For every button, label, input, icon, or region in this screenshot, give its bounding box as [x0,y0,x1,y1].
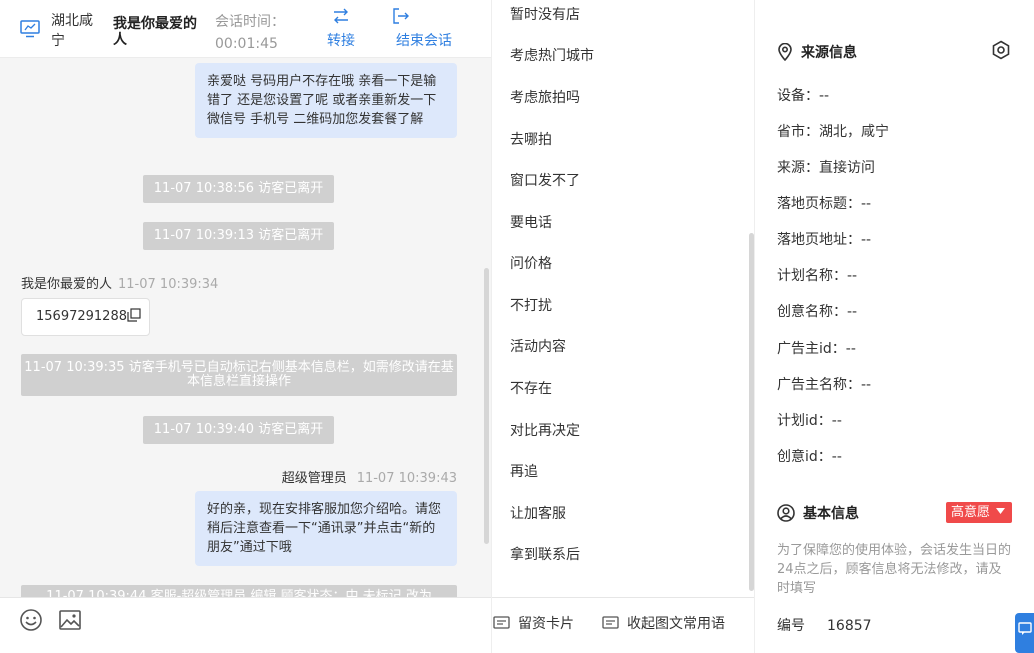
chat-bubble-icon [1018,622,1032,635]
quick-reply-item[interactable]: 不存在 [510,378,552,398]
chat-scrollbar[interactable] [484,268,489,544]
message-icon [602,616,619,629]
source-row-origin: 来源：直接访问 [777,160,875,176]
quick-reply-footer: 留资卡片 收起图文常用语 [492,597,754,653]
customer-id-row: 编号 16857 [777,615,872,635]
system-message: 11-07 10:39:35 访客手机号已自动标记右侧基本信息栏，如需修改请在基… [21,354,457,396]
quick-reply-item[interactable]: 考虑热门城市 [510,45,594,65]
transfer-button[interactable]: 转接 [327,8,355,50]
source-row-advertiser-name: 广告主名称：-- [777,377,872,393]
customer-id-value: 16857 [827,618,872,634]
quick-reply-scrollbar[interactable] [749,233,754,591]
source-info-title: 来源信息 [777,42,857,62]
visitor-info-panel: 来源信息 设备：-- 省市：湖北，咸宁 来源：直接访问 落地页标题：-- 落地页… [755,0,1034,653]
visitor-message-time: 11-07 10:39:34 [118,277,219,292]
quick-reply-item[interactable]: 活动内容 [510,336,566,356]
source-info-label: 来源信息 [801,45,857,61]
agent-sender-name: 超级管理员 [281,471,347,486]
quick-reply-item[interactable]: 去哪拍 [510,129,552,149]
chat-input-toolbar [0,597,491,653]
settings-hex-icon[interactable] [991,40,1011,64]
source-row-device: 设备：-- [777,88,830,104]
quick-reply-item[interactable]: 要电话 [510,212,552,232]
quick-reply-item[interactable]: 暂时没有店 [510,4,580,24]
collapse-phrases-button[interactable]: 收起图文常用语 [602,613,725,633]
phone-number: 15697291288 [36,309,127,324]
caret-down-icon [996,508,1006,514]
quick-reply-item[interactable]: 窗口发不了 [510,170,580,190]
basic-info-note: 为了保障您的使用体验，会话发生当日的24点之后，顾客信息将无法修改，请及时填写 [777,543,1012,596]
quick-reply-item[interactable]: 对比再决定 [510,420,580,440]
image-icon[interactable] [58,608,82,632]
session-time-label: 会话时间： [215,14,285,30]
chat-panel: 湖北咸宁 我是你最爱的人 会话时间： 00:01:45 转接 结束会话 亲爱哒 … [0,0,491,653]
end-session-label: 结束会话 [396,33,452,49]
agent-message: 亲爱哒 号码用户不存在哦 亲看一下是输错了 还是您设置了呢 或者亲重新发一下微信… [195,63,457,138]
source-row-advertiser-id: 广告主id：-- [777,341,856,357]
source-row-province-city: 省市：湖北，咸宁 [777,124,889,140]
quick-reply-item[interactable]: 考虑旅拍吗 [510,87,580,107]
quick-reply-panel: 暂时没有店 考虑热门城市 考虑旅拍吗 去哪拍 窗口发不了 要电话 问价格 不打扰… [491,0,755,653]
floating-chat-button[interactable] [1015,613,1034,653]
intent-level-label: 高意愿 [951,505,991,520]
chat-workspace: 湖北咸宁 我是你最爱的人 会话时间： 00:01:45 转接 结束会话 亲爱哒 … [0,0,1034,653]
source-row-plan-id: 计划id：-- [777,413,842,429]
source-row-plan-name: 计划名称：-- [777,268,858,284]
visitor-phone-message[interactable]: 15697291288 [21,298,150,336]
copy-icon[interactable] [127,301,141,322]
source-row-landing-url: 落地页地址：-- [777,232,872,248]
transfer-icon [327,8,355,30]
transfer-label: 转接 [327,33,355,49]
session-time: 00:01:45 [215,36,278,52]
quick-reply-item[interactable]: 问价格 [510,253,552,273]
basic-info-label: 基本信息 [803,506,859,522]
system-message: 11-07 10:39:40 访客已离开 [143,416,334,444]
quick-reply-item[interactable]: 不打扰 [510,295,552,315]
visitor-sender-name: 我是你最爱的人 [21,277,113,292]
lead-card-label: 留资卡片 [518,616,574,632]
emoji-icon[interactable] [19,608,43,632]
agent-message: 好的亲，现在安排客服加您介绍哈。请您稍后注意查看一下“通讯录”并点击“新的朋友”… [195,491,457,566]
source-row-creative-name: 创意名称：-- [777,304,858,320]
quick-reply-item[interactable]: 再追 [510,461,538,481]
agent-message-time: 11-07 10:39:43 [356,471,457,486]
source-row-landing-title: 落地页标题：-- [777,196,872,212]
lead-card-button[interactable]: 留资卡片 [493,613,574,633]
end-session-button[interactable]: 结束会话 [393,8,452,50]
basic-info-title: 基本信息 [777,503,859,523]
system-message: 11-07 10:39:13 访客已离开 [143,222,334,250]
agent-sender-line: 超级管理员 11-07 10:39:43 [282,467,457,486]
logout-icon [393,8,452,30]
location-pin-icon [778,42,792,62]
quick-reply-item[interactable]: 拿到联系后 [510,544,580,564]
quick-reply-item[interactable]: 让加客服 [510,503,566,523]
collapse-phrases-label: 收起图文常用语 [627,616,725,632]
visitor-sender-line: 我是你最爱的人 11-07 10:39:34 [21,273,218,292]
system-message: 11-07 10:38:56 访客已离开 [143,175,334,203]
visitor-location: 湖北咸宁 [51,13,93,49]
chat-header: 湖北咸宁 我是你最爱的人 会话时间： 00:01:45 转接 结束会话 [0,0,491,58]
monitor-icon [20,20,40,38]
card-icon [493,616,510,629]
intent-level-dropdown[interactable]: 高意愿 [946,502,1012,523]
user-circle-icon [777,504,795,522]
source-row-creative-id: 创意id：-- [777,449,842,465]
customer-id-label: 编号 [777,618,805,634]
visitor-name: 我是你最爱的人 [113,16,197,48]
